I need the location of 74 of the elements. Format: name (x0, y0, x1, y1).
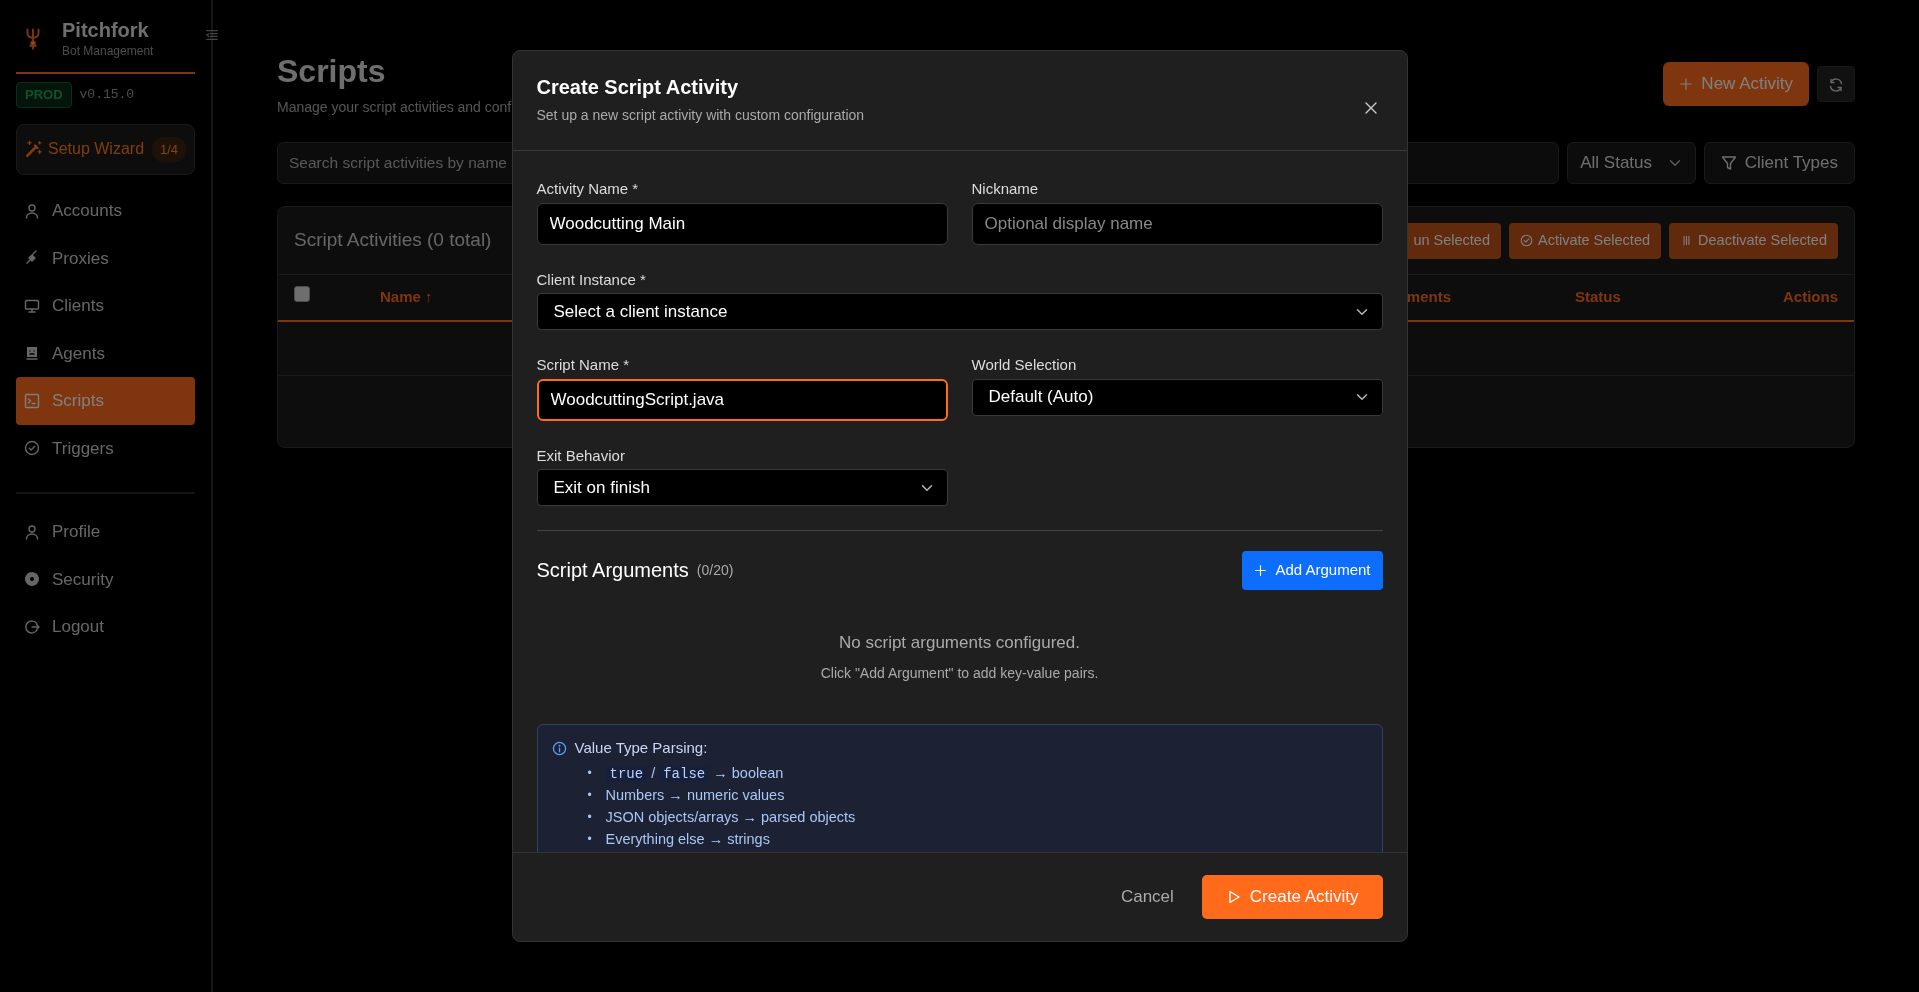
nav-item[interactable]: Triggers (16, 424, 195, 472)
select-field[interactable]: Exit on finish (536, 469, 948, 506)
client-types-button[interactable]: Client Types (1703, 142, 1855, 185)
bulk-action-button[interactable]: Deactivate Selected (1669, 222, 1838, 259)
cancel-button[interactable]: Cancel (1112, 876, 1182, 918)
bullet: • (587, 786, 593, 804)
nav-item[interactable]: Scripts (16, 377, 195, 425)
brand-name: Pitchfork (62, 18, 150, 42)
column-header[interactable]: Actions (1783, 288, 1838, 306)
status-filter[interactable]: All Status (1567, 142, 1696, 185)
field-label: Script Name * (536, 355, 631, 375)
section-title: Script Arguments (536, 558, 689, 584)
field-label: Nickname (971, 179, 1040, 199)
list-item: true / false → boolean (605, 761, 784, 784)
field-label: Exit Behavior (536, 445, 626, 466)
refresh-icon (1828, 76, 1844, 93)
argument-count: (0/20) (696, 560, 734, 580)
field-label: Activity Name * (536, 179, 640, 199)
column-header[interactable]: ments (1406, 288, 1451, 306)
logout-icon (24, 618, 40, 635)
brand-tagline: Bot Management (62, 43, 154, 60)
info-title: Value Type Parsing: (574, 738, 708, 758)
empty-state-title: No script arguments configured. (838, 631, 1081, 654)
list-item: Numbers → numeric values (605, 785, 785, 805)
user-icon (24, 202, 40, 219)
robot-icon (24, 345, 40, 362)
nav-item[interactable]: Logout (16, 603, 195, 651)
select-field[interactable]: Default (Auto) (971, 378, 1383, 416)
page-title: Scripts (277, 54, 387, 90)
plus-icon (1254, 563, 1268, 577)
bulk-action-button[interactable]: Activate Selected (1509, 222, 1662, 259)
check-circle-icon (1520, 234, 1533, 248)
progress-badge: 1/4 (151, 136, 186, 162)
nav-item[interactable]: Security (16, 555, 195, 603)
bullet: • (587, 830, 593, 848)
nav-item[interactable]: Clients (16, 282, 195, 330)
field-label: Client Instance * (536, 269, 647, 290)
select-all-checkbox[interactable] (294, 286, 310, 303)
empty-state-hint: Click "Add Argument" to add key-value pairs. (819, 664, 1100, 683)
monitor-icon (24, 297, 40, 314)
nav-item[interactable]: Profile (16, 508, 195, 556)
nav-item[interactable]: Agents (16, 329, 195, 377)
column-header[interactable]: Name ↑ (380, 288, 433, 306)
card-title: Script Activities (0 total) (294, 228, 492, 253)
nav-item[interactable]: Accounts (16, 187, 195, 235)
filter-icon (1720, 155, 1737, 172)
bullet: • (587, 808, 593, 826)
user-icon (24, 523, 40, 540)
terminal-icon (24, 392, 40, 409)
modal-subtitle: Set up a new script activity with custom configuration (536, 106, 865, 125)
refresh-button[interactable] (1817, 65, 1855, 102)
input-field[interactable]: Optional display name (971, 202, 1383, 245)
plus-icon (1679, 76, 1694, 91)
select-field[interactable]: Select a client instance (536, 293, 1383, 330)
create-activity-button[interactable]: Create Activity (1201, 875, 1383, 919)
info-icon (551, 740, 567, 756)
version-label: v0.15.0 (79, 86, 135, 104)
input-field[interactable]: Woodcutting Main (536, 202, 948, 245)
input-field[interactable]: WoodcuttingScript.java (536, 378, 948, 421)
magic-wand-icon (25, 140, 43, 159)
list-item: JSON objects/arrays → parsed objects (605, 807, 856, 827)
sidebar-toggle-icon[interactable] (205, 28, 219, 42)
setup-wizard-button[interactable]: Setup Wizard 1/4 (16, 123, 195, 175)
check-circle-icon (24, 440, 40, 457)
nav-item[interactable]: Proxies (16, 234, 195, 282)
page-subtitle: Manage your script activities and conf (277, 98, 512, 118)
add-argument-button[interactable]: Add Argument (1242, 551, 1383, 590)
field-label: World Selection (971, 355, 1078, 375)
bullet: • (587, 764, 593, 782)
column-header[interactable]: Status (1575, 288, 1621, 306)
new-activity-button[interactable]: New Activity (1663, 62, 1809, 106)
environment-badge: PROD (16, 82, 72, 108)
list-item: Everything else → strings (605, 829, 770, 849)
modal-title: Create Script Activity (536, 75, 740, 99)
